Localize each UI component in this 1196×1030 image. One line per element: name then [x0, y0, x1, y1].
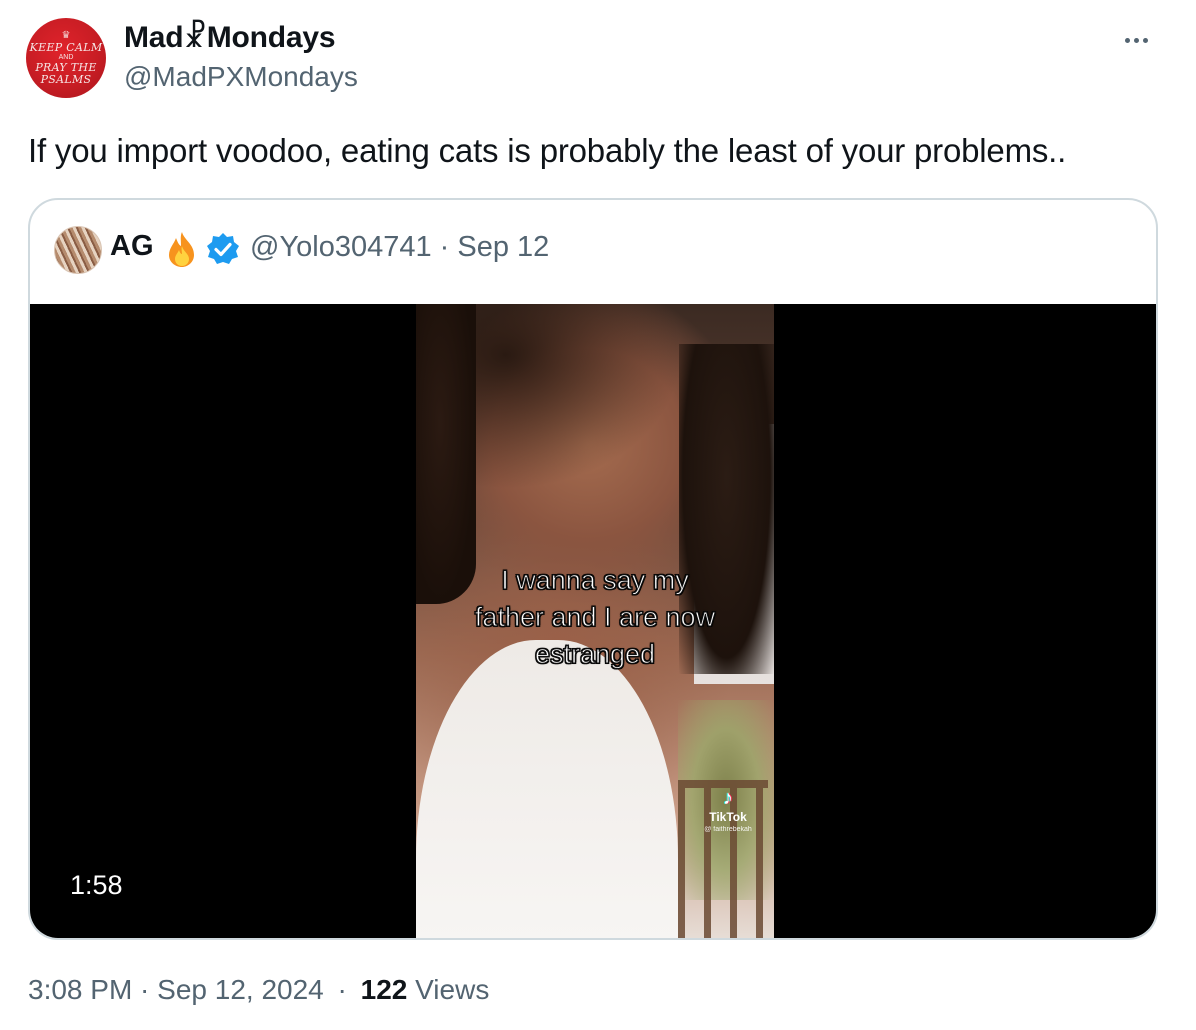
tweet-meta: 3:08 PM · Sep 12, 2024 · 122 Views	[28, 974, 489, 1006]
caption-line: I wanna say my	[501, 565, 690, 596]
verified-badge-icon	[207, 233, 239, 264]
views-count[interactable]: 122	[361, 974, 408, 1005]
more-options-icon[interactable]	[1114, 28, 1158, 52]
avatar-text-line1: KEEP CALM	[29, 40, 103, 54]
avatar-text-line4: PSALMS	[40, 72, 92, 86]
fire-icon	[169, 232, 194, 267]
quoted-tweet[interactable]: AG @Yolo304741 · Sep 12 I wanna say my f…	[28, 198, 1158, 940]
tiktok-user: @ faithrebekah	[704, 826, 752, 833]
caption-line: father and I are now	[474, 602, 716, 633]
caption-line: estranged	[534, 639, 656, 670]
author-avatar[interactable]: ♛ KEEP CALM AND PRAY THE PSALMS	[26, 18, 106, 98]
views-label: Views	[415, 974, 490, 1005]
author-display-name[interactable]: Mad☧Mondays	[124, 20, 336, 55]
tweet: ♛ KEEP CALM AND PRAY THE PSALMS Mad☧Mond…	[0, 0, 1196, 1030]
tiktok-watermark: ♪ TikTok @ faithrebekah	[688, 788, 768, 834]
video-player[interactable]: I wanna say my father and I are now estr…	[30, 304, 1156, 938]
quoted-handle-date: @Yolo304741 · Sep 12	[250, 231, 550, 263]
tiktok-label: TikTok	[709, 810, 747, 824]
tiktok-icon: ♪	[723, 787, 733, 809]
avatar-text-line3: PRAY THE	[35, 60, 97, 74]
meta-separator: ·	[337, 974, 347, 1005]
tweet-timestamp[interactable]: 3:08 PM · Sep 12, 2024	[28, 974, 324, 1005]
video-caption: I wanna say my father and I are now estr…	[430, 562, 760, 673]
quoted-author-name: AG	[110, 230, 154, 262]
quoted-author-avatar	[54, 226, 102, 274]
crown-icon: ♛	[61, 29, 71, 41]
author-handle[interactable]: @MadPXMondays	[124, 61, 358, 93]
video-thumbnail: I wanna say my father and I are now estr…	[416, 304, 774, 938]
quoted-tweet-header: AG @Yolo304741 · Sep 12	[30, 200, 1156, 304]
video-duration: 1:58	[54, 864, 139, 906]
tweet-text: If you import voodoo, eating cats is pro…	[28, 132, 1067, 169]
